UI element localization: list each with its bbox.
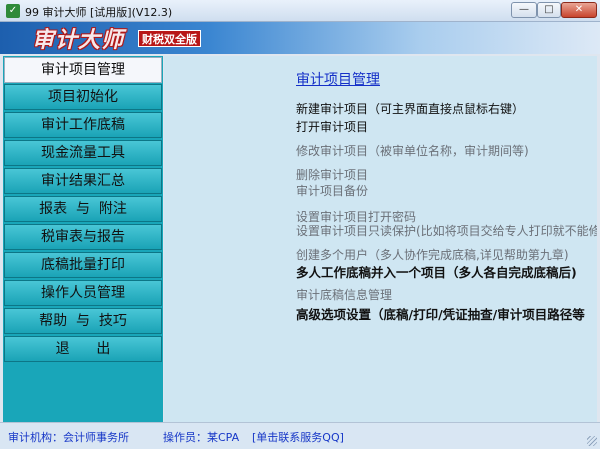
sidebar-menu: 审计项目管理 项目初始化 审计工作底稿 现金流量工具 审计结果汇总 报表 与 附… xyxy=(3,56,163,422)
resize-grip[interactable] xyxy=(587,436,597,446)
page-title: 审计项目管理 xyxy=(296,72,380,88)
action-paper-info: 审计底稿信息管理 xyxy=(296,288,393,302)
action-open-project[interactable]: 打开审计项目 xyxy=(296,118,368,135)
sidebar-item-project-management[interactable]: 审计项目管理 xyxy=(4,57,162,83)
sidebar-item-operator-management[interactable]: 操作人员管理 xyxy=(4,280,162,306)
title-bar: ✓ 99 审计大师 [试用版](V12.3) — □ ✕ xyxy=(0,0,600,22)
sidebar-item-project-init[interactable]: 项目初始化 xyxy=(4,84,162,110)
sidebar-item-exit[interactable]: 退 出 xyxy=(4,336,162,362)
edition-badge: 财税双全版 xyxy=(138,30,201,47)
action-merge-papers[interactable]: 多人工作底稿并入一个项目（多人各自完成底稿后) xyxy=(296,262,577,281)
status-bar: 审计机构：会计师事务所 操作员：某CPA [单击联系服务QQ] xyxy=(0,422,600,449)
status-org: 审计机构：会计师事务所 xyxy=(8,431,129,444)
action-delete-project: 删除审计项目 xyxy=(296,168,369,182)
status-operator: 操作员：某CPA xyxy=(163,431,240,444)
app-icon: ✓ xyxy=(6,4,20,18)
contact-qq-link[interactable]: [单击联系服务QQ] xyxy=(252,429,344,445)
action-readonly-protect: 设置审计项目只读保护(比如将项目交给专人打印就不能修 xyxy=(296,224,597,238)
action-edit-project: 修改审计项目（被审单位名称，审计期间等) xyxy=(296,144,529,158)
sidebar-item-batch-print[interactable]: 底稿批量打印 xyxy=(4,252,162,278)
sidebar-item-result-summary[interactable]: 审计结果汇总 xyxy=(4,168,162,194)
maximize-button[interactable]: □ xyxy=(537,2,561,18)
logo-text: 审计大师 xyxy=(32,28,125,53)
action-create-users: 创建多个用户（多人协作完成底稿,详见帮助第九章) xyxy=(296,248,569,262)
window-title: 99 审计大师 [试用版](V12.3) xyxy=(25,6,173,19)
sidebar-item-tax-report[interactable]: 税审表与报告 xyxy=(4,224,162,250)
main-panel: 审计项目管理 新建审计项目（可主界面直接点鼠标右键） 打开审计项目 修改审计项目… xyxy=(164,56,597,422)
action-backup-project: 审计项目备份 xyxy=(296,184,369,198)
close-button[interactable]: ✕ xyxy=(561,2,597,18)
minimize-button[interactable]: — xyxy=(511,2,537,18)
sidebar-item-help-tips[interactable]: 帮助 与 技巧 xyxy=(4,308,162,334)
sidebar-item-cashflow-tools[interactable]: 现金流量工具 xyxy=(4,140,162,166)
sidebar-item-working-papers[interactable]: 审计工作底稿 xyxy=(4,112,162,138)
app-banner: 审计大师 财税双全版 xyxy=(0,22,600,54)
action-advanced-options[interactable]: 高级选项设置（底稿/打印/凭证抽查/审计项目路径等 xyxy=(296,304,585,323)
sidebar-item-reports-notes[interactable]: 报表 与 附注 xyxy=(4,196,162,222)
action-new-project[interactable]: 新建审计项目（可主界面直接点鼠标右键） xyxy=(296,100,524,117)
